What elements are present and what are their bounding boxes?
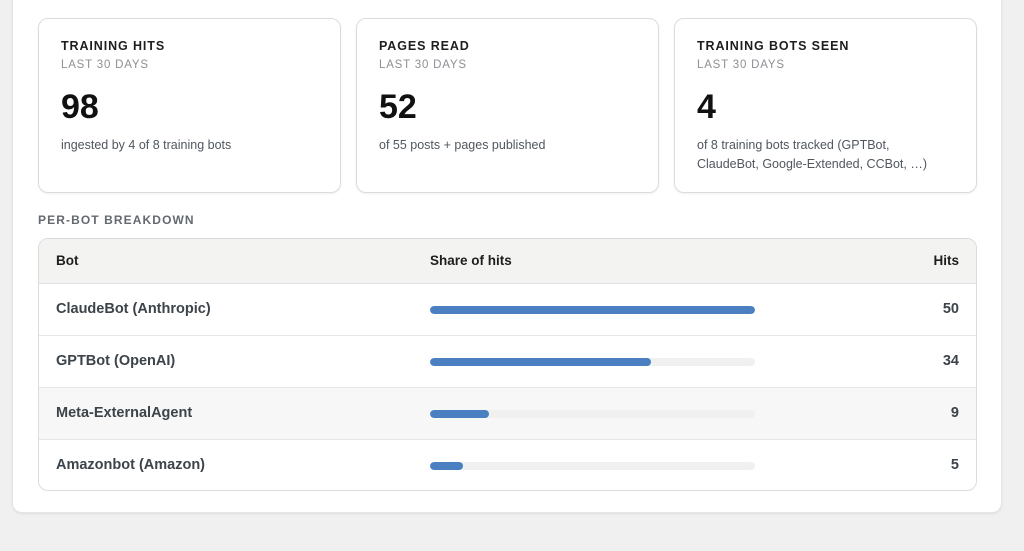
table-row: ClaudeBot (Anthropic) 50 xyxy=(39,284,976,336)
share-bar-fill xyxy=(430,358,651,366)
stat-card-title: TRAINING HITS xyxy=(61,39,166,53)
share-bar-fill xyxy=(430,410,489,418)
bot-hits: 5 xyxy=(950,457,959,473)
stat-card-title: PAGES READ xyxy=(379,39,470,53)
bot-hits: 9 xyxy=(950,405,959,421)
stat-card-description: ingested by 4 of 8 training bots xyxy=(61,138,232,152)
stat-card-value: 4 xyxy=(697,88,716,126)
column-header-bot: Bot xyxy=(56,253,79,268)
share-bar-track xyxy=(430,358,755,366)
bot-name: Amazonbot (Amazon) xyxy=(56,457,206,473)
column-header-hits: Hits xyxy=(933,253,959,268)
bot-name: Meta-ExternalAgent xyxy=(56,405,193,421)
per-bot-table: Bot Share of hits Hits ClaudeBot (Anthro… xyxy=(38,238,977,491)
table-header: Bot Share of hits Hits xyxy=(39,239,976,284)
stat-card-training-bots-seen: TRAINING BOTS SEEN LAST 30 DAYS 4 of 8 t… xyxy=(674,18,977,193)
share-bar-track xyxy=(430,306,755,314)
table-row: Amazonbot (Amazon) 5 xyxy=(39,440,976,490)
share-bar-fill xyxy=(430,462,463,470)
stat-card-title: TRAINING BOTS SEEN xyxy=(697,39,850,53)
stat-card-pages-read: PAGES READ LAST 30 DAYS 52 of 55 posts +… xyxy=(356,18,659,193)
stat-card-value: 98 xyxy=(61,88,99,126)
bot-hits: 34 xyxy=(942,353,959,369)
bot-hits: 50 xyxy=(942,301,959,317)
share-bar-track xyxy=(430,410,755,418)
stat-card-period: LAST 30 DAYS xyxy=(379,59,467,71)
share-bar-track xyxy=(430,462,755,470)
stat-cards: TRAINING HITS LAST 30 DAYS 98 ingested b… xyxy=(38,18,977,193)
bot-name: ClaudeBot (Anthropic) xyxy=(56,301,211,317)
table-row: Meta-ExternalAgent 9 xyxy=(39,388,976,440)
stat-card-description: of 55 posts + pages published xyxy=(379,138,546,152)
stat-card-period: LAST 30 DAYS xyxy=(61,59,149,71)
section-heading-per-bot-breakdown: PER-BOT BREAKDOWN xyxy=(38,213,195,227)
stat-card-period: LAST 30 DAYS xyxy=(697,59,785,71)
stat-card-training-hits: TRAINING HITS LAST 30 DAYS 98 ingested b… xyxy=(38,18,341,193)
share-bar-fill xyxy=(430,306,755,314)
table-row: GPTBot (OpenAI) 34 xyxy=(39,336,976,388)
column-header-share: Share of hits xyxy=(430,253,512,268)
stat-card-value: 52 xyxy=(379,88,417,126)
bot-name: GPTBot (OpenAI) xyxy=(56,353,176,369)
stat-card-description: of 8 training bots tracked (GPTBot, Clau… xyxy=(697,138,927,171)
